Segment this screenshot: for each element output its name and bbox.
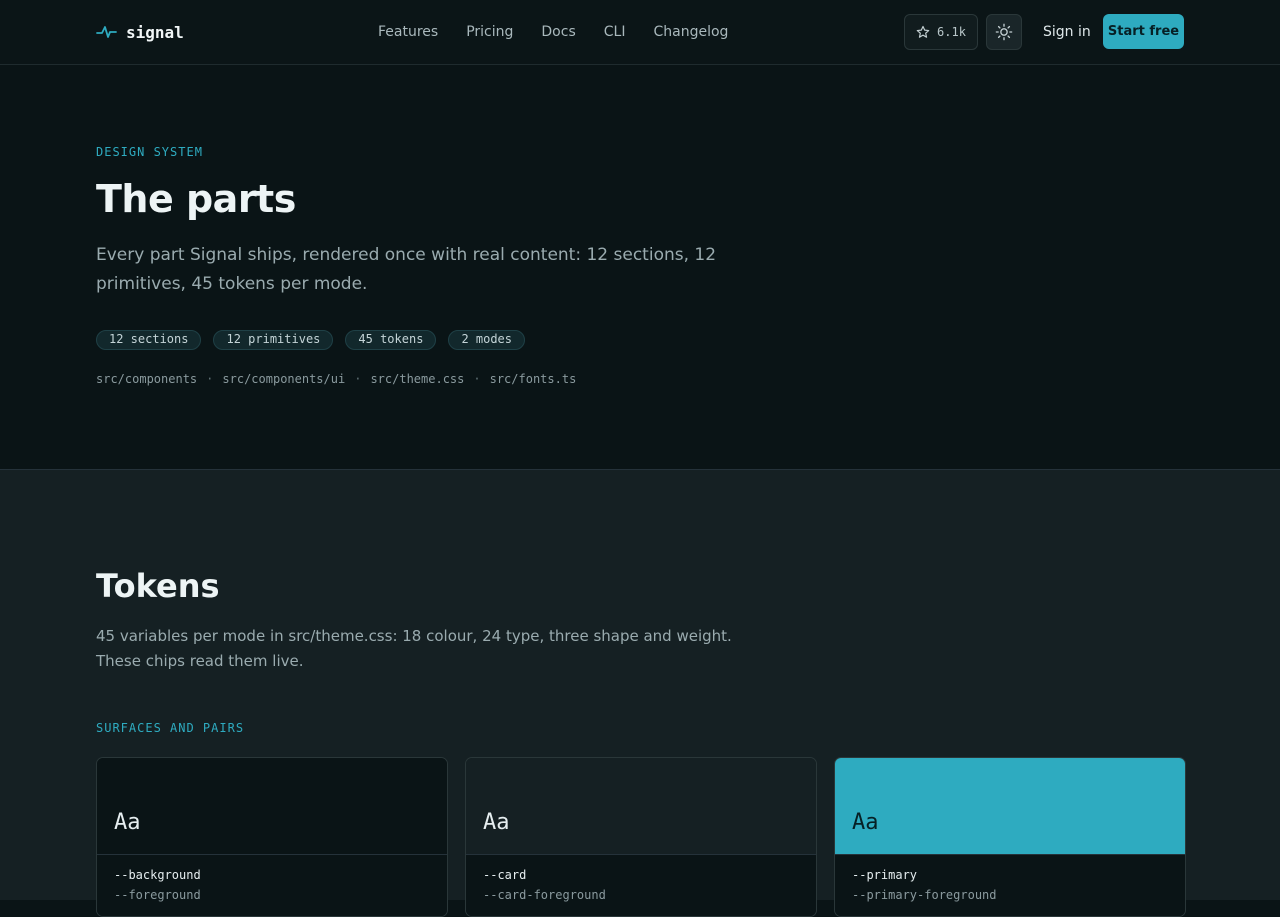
nav-link-pricing[interactable]: Pricing (466, 22, 513, 42)
star-count: 6.1k (937, 25, 966, 39)
nav-link-cli[interactable]: CLI (604, 22, 626, 42)
chip-primitives: 12 primitives (213, 330, 334, 350)
chip-modes: 2 modes (448, 330, 526, 350)
swatch: Aa (466, 758, 816, 855)
nav-link-features[interactable]: Features (378, 22, 438, 42)
token-var: --card (483, 868, 527, 882)
swatch: Aa (97, 758, 447, 855)
path-components-ui: src/components/ui (222, 372, 346, 386)
path-components: src/components (96, 372, 198, 386)
sign-in-link[interactable]: Sign in (1043, 22, 1091, 42)
hero-eyebrow: DESIGN SYSTEM (96, 145, 203, 159)
path-separator: · (473, 372, 481, 386)
token-var: --background (114, 868, 201, 882)
nav-links: Features Pricing Docs CLI Changelog (378, 22, 728, 42)
brand-name: signal (126, 22, 184, 42)
path-separator: · (354, 372, 362, 386)
swatch: Aa (835, 758, 1185, 855)
section-subtitle: 45 variables per mode in src/theme.css: … (96, 627, 732, 670)
github-star-button[interactable]: 6.1k (904, 14, 978, 50)
pulse-icon (96, 26, 117, 38)
sun-icon (995, 23, 1013, 41)
hero-section: DESIGN SYSTEM The parts Every part Signa… (0, 65, 1280, 470)
nav-link-docs[interactable]: Docs (541, 22, 575, 42)
path-separator: · (206, 372, 214, 386)
source-paths: src/components · src/components/ui · src… (96, 372, 576, 386)
page-title: The parts (96, 177, 296, 221)
theme-toggle-button[interactable] (986, 14, 1022, 50)
brand-logo[interactable]: signal (96, 20, 184, 44)
section-title: Tokens (96, 567, 220, 605)
chip-tokens: 45 tokens (345, 330, 437, 350)
type-sample: Aa (114, 810, 141, 835)
path-theme: src/theme.css (370, 372, 465, 386)
token-cards: Aa --background --foreground Aa --card -… (96, 757, 1186, 917)
token-card-primary: Aa --primary --primary-foreground (834, 757, 1186, 917)
type-sample: Aa (483, 810, 510, 835)
token-pair: --card-foreground (483, 888, 606, 902)
path-fonts: src/fonts.ts (489, 372, 577, 386)
token-pair: --primary-foreground (852, 888, 997, 902)
token-card-background: Aa --background --foreground (96, 757, 448, 917)
stat-chips: 12 sections 12 primitives 45 tokens 2 mo… (96, 330, 526, 350)
tokens-section: Tokens 45 variables per mode in src/them… (0, 470, 1280, 917)
token-pair: --foreground (114, 888, 201, 902)
start-free-button[interactable]: Start free (1103, 14, 1184, 49)
subsection-eyebrow: SURFACES AND PAIRS (96, 721, 245, 735)
chip-sections: 12 sections (96, 330, 202, 350)
hero-subtitle: Every part Signal ships, rendered once w… (96, 245, 717, 294)
token-var: --primary (852, 868, 918, 882)
card-footer: --background --foreground (97, 855, 447, 916)
type-sample: Aa (852, 810, 879, 835)
card-footer: --card --card-foreground (466, 855, 816, 916)
card-footer: --primary --primary-foreground (835, 855, 1185, 916)
nav-link-changelog[interactable]: Changelog (653, 22, 728, 42)
top-nav: signal Features Pricing Docs CLI Changel… (0, 0, 1280, 65)
star-icon (916, 25, 930, 38)
token-card-card: Aa --card --card-foreground (465, 757, 817, 917)
